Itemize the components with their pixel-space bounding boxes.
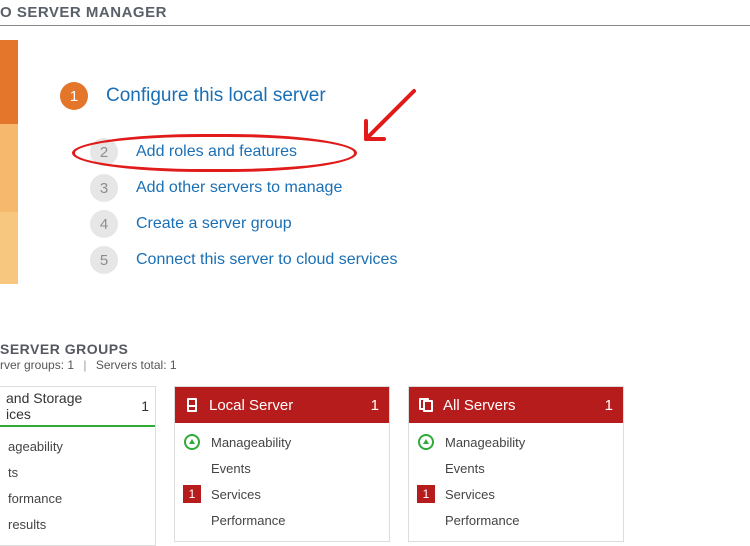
separator: | [83, 358, 86, 372]
step-number-5: 5 [90, 246, 118, 274]
file-storage-count: 1 [141, 398, 149, 414]
local-server-tile-header: Local Server 1 [175, 387, 389, 423]
connect-cloud-link[interactable]: Connect this server to cloud services [136, 251, 397, 269]
whatsnew-tab[interactable] [0, 124, 18, 212]
create-server-group-link[interactable]: Create a server group [136, 215, 292, 233]
manageability-row[interactable]: Manageability [417, 429, 615, 455]
side-tab-strip [0, 40, 18, 290]
learnmore-tab[interactable] [0, 212, 18, 284]
performance-row[interactable]: Performance [417, 507, 615, 533]
all-servers-tile[interactable]: All Servers 1 Manageability Events 1 Ser… [408, 386, 624, 542]
services-row[interactable]: 1 Services [417, 481, 615, 507]
events-row[interactable]: Events [417, 455, 615, 481]
status-ok-icon [418, 434, 434, 450]
file-storage-title-l1: and Storage [6, 390, 82, 406]
file-storage-title-l2: ices [6, 406, 82, 422]
local-server-tile[interactable]: Local Server 1 Manageability Events 1 Se… [174, 386, 390, 542]
alert-badge: 1 [417, 485, 435, 503]
step-number-2: 2 [90, 138, 118, 166]
quickstart-tab[interactable] [0, 40, 18, 124]
top-bar: O SERVER MANAGER [0, 0, 750, 26]
server-groups-section: SERVER GROUPS rver groups: 1 | Servers t… [0, 341, 750, 546]
file-storage-tile-header: and Storage ices 1 [0, 387, 155, 427]
quick-start-steps: 1 Configure this local server 2 Add role… [60, 78, 397, 278]
events-row[interactable]: Events [183, 455, 381, 481]
all-servers-count: 1 [605, 397, 613, 414]
alert-badge: 1 [183, 485, 201, 503]
app-title: O SERVER MANAGER [0, 4, 167, 21]
list-item[interactable]: formance [8, 485, 147, 511]
manageability-row[interactable]: Manageability [183, 429, 381, 455]
configure-local-server-link[interactable]: Configure this local server [106, 85, 326, 107]
welcome-panel: 1 Configure this local server 2 Add role… [0, 26, 750, 301]
tiles-row: and Storage ices 1 ageability ts formanc… [0, 386, 750, 546]
step-number-1: 1 [60, 82, 88, 110]
list-item[interactable]: ts [8, 459, 147, 485]
list-item[interactable]: results [8, 511, 147, 537]
status-ok-icon [184, 434, 200, 450]
add-other-servers-link[interactable]: Add other servers to manage [136, 179, 342, 197]
step-number-3: 3 [90, 174, 118, 202]
all-servers-title: All Servers [443, 397, 516, 414]
server-groups-heading: SERVER GROUPS [0, 341, 750, 357]
local-server-count: 1 [371, 397, 379, 414]
file-storage-tile[interactable]: and Storage ices 1 ageability ts formanc… [0, 386, 156, 546]
all-servers-tile-header: All Servers 1 [409, 387, 623, 423]
services-row[interactable]: 1 Services [183, 481, 381, 507]
step-number-4: 4 [90, 210, 118, 238]
performance-row[interactable]: Performance [183, 507, 381, 533]
server-groups-subtitle: rver groups: 1 | Servers total: 1 [0, 358, 750, 372]
local-server-title: Local Server [209, 397, 293, 414]
servers-total: Servers total: 1 [96, 358, 177, 372]
add-roles-features-link[interactable]: Add roles and features [136, 143, 297, 161]
groups-count: rver groups: 1 [0, 358, 74, 372]
server-icon [185, 398, 199, 412]
list-item[interactable]: ageability [8, 433, 147, 459]
servers-icon [419, 398, 433, 412]
